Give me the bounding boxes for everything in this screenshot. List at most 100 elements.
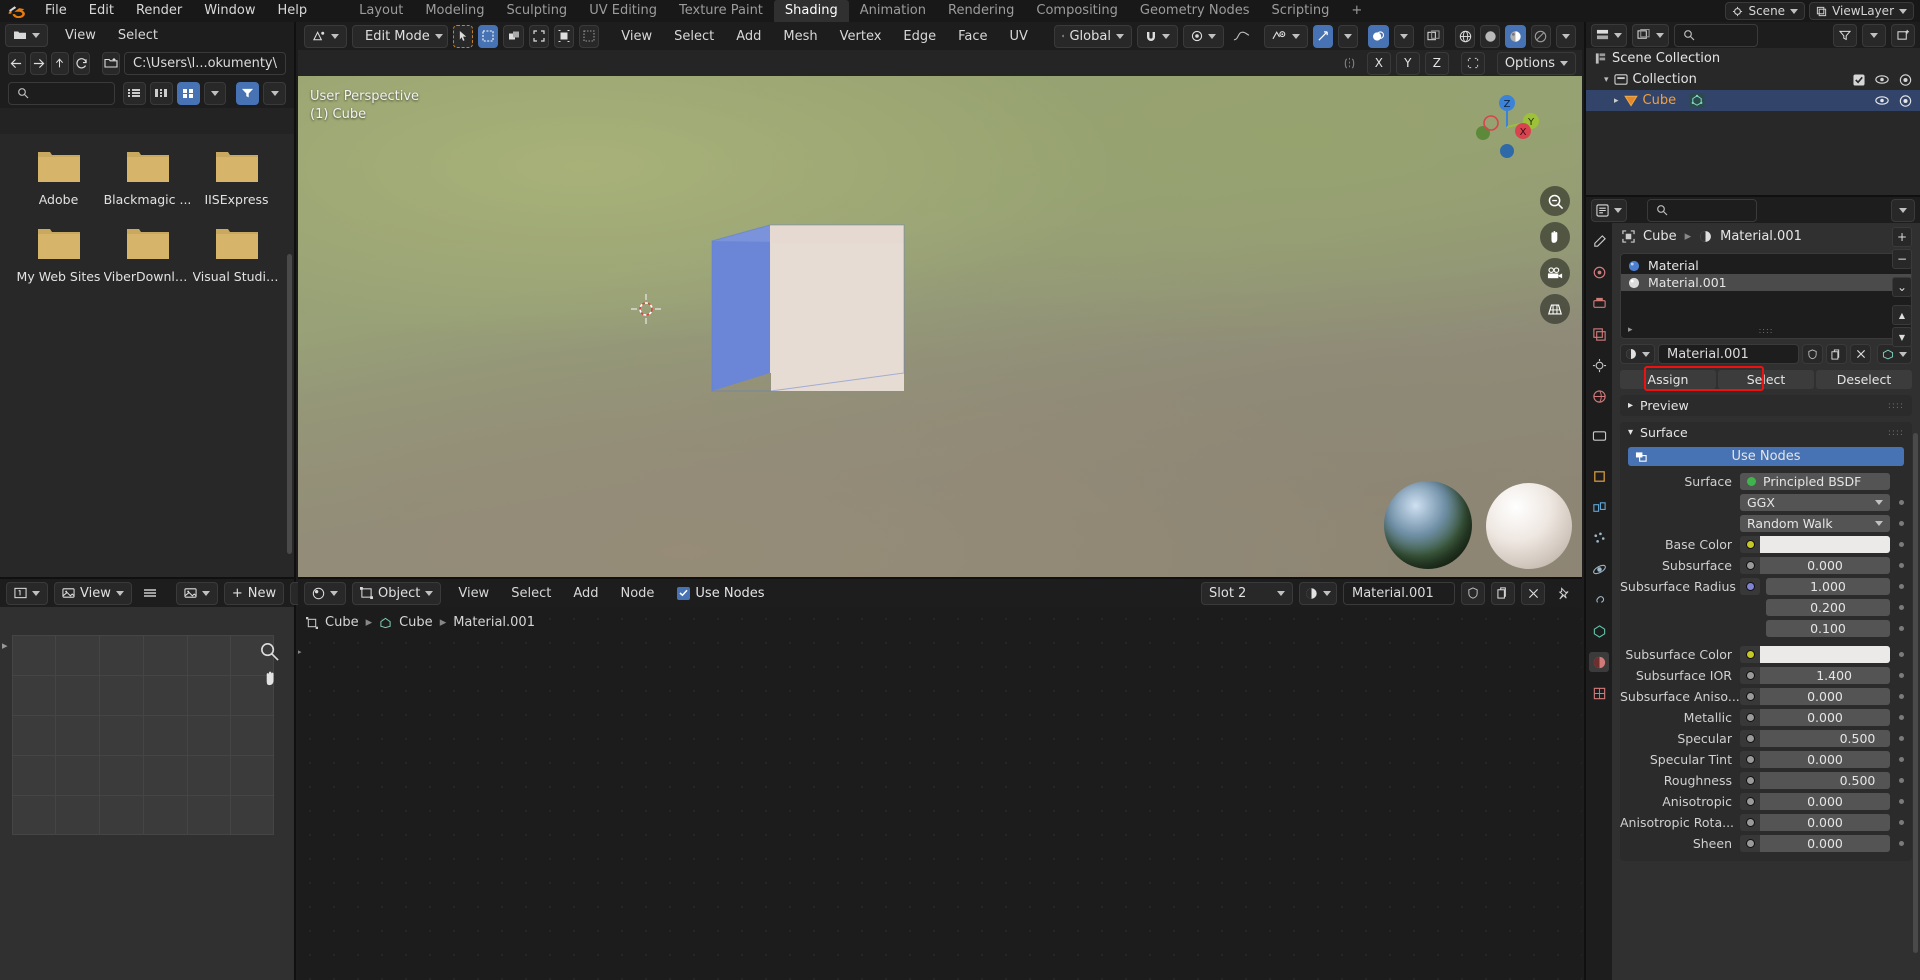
- viewport-options-button[interactable]: Options: [1497, 52, 1576, 75]
- image-editor-canvas[interactable]: ▸: [0, 607, 294, 980]
- breadcrumb-mesh[interactable]: Cube: [399, 615, 433, 630]
- fake-user-shield-button[interactable]: [1461, 582, 1485, 605]
- outliner-filter-button[interactable]: [1833, 24, 1857, 47]
- toggle-perspective-icon[interactable]: [1540, 294, 1570, 324]
- menu-file[interactable]: File: [34, 0, 78, 22]
- show-gizmo-button[interactable]: [1313, 25, 1333, 48]
- cube-mesh[interactable]: [708, 221, 958, 421]
- shading-solid-button[interactable]: [1480, 25, 1500, 48]
- outliner-filter-dropdown[interactable]: [1862, 24, 1886, 47]
- animate-property-dot[interactable]: [1890, 521, 1912, 526]
- menu-render[interactable]: Render: [125, 0, 193, 22]
- animate-property-dot[interactable]: [1890, 626, 1912, 631]
- blender-logo-icon[interactable]: [0, 4, 34, 18]
- shading-options-dropdown[interactable]: [1556, 25, 1576, 48]
- edge-select-mode-button[interactable]: [503, 25, 523, 48]
- zoom-view-icon[interactable]: [1540, 186, 1570, 216]
- tab-world[interactable]: [1589, 386, 1609, 406]
- viewport-edge-menu[interactable]: Edge: [892, 25, 947, 48]
- prop-slider[interactable]: 0.500: [1760, 772, 1890, 789]
- properties-body[interactable]: Cube ▸ Material.001 Material Material.00…: [1612, 223, 1920, 980]
- tab-tool[interactable]: [1589, 231, 1609, 251]
- surface-section-header[interactable]: ▾ Surface ::::: [1620, 422, 1912, 443]
- viewlayer-selector[interactable]: ViewLayer: [1809, 2, 1914, 20]
- overlay-options-dropdown[interactable]: [1394, 25, 1414, 48]
- material-slot-item[interactable]: Material: [1621, 257, 1911, 274]
- remove-material-slot-button[interactable]: −: [1892, 249, 1912, 269]
- animate-property-dot[interactable]: [1890, 841, 1912, 846]
- pin-icon[interactable]: [1551, 587, 1576, 600]
- tab-physics[interactable]: [1589, 559, 1609, 579]
- file-browser-scrollbar[interactable]: [287, 254, 292, 554]
- select-mode-4-button[interactable]: [554, 25, 574, 48]
- workspace-tab-sculpting[interactable]: Sculpting: [495, 0, 578, 22]
- workspace-tab-compositing[interactable]: Compositing: [1025, 0, 1129, 22]
- shading-rendered-button[interactable]: [1531, 25, 1551, 48]
- prop-socket-dot[interactable]: [1740, 835, 1760, 852]
- shader-node-canvas[interactable]: Cube ▸ Cube ▸ Material.001 ▾ Principled …: [298, 607, 1582, 980]
- shader-select-menu[interactable]: Select: [500, 582, 562, 605]
- workspace-tab-animation[interactable]: Animation: [849, 0, 937, 22]
- workspace-tab-modeling[interactable]: Modeling: [414, 0, 495, 22]
- image-view-menu[interactable]: View: [54, 582, 132, 605]
- prop-slider[interactable]: 0.200: [1766, 599, 1890, 616]
- duplicate-material-button[interactable]: [1491, 582, 1515, 605]
- fake-user-shield-button[interactable]: [1802, 344, 1823, 364]
- animate-property-dot[interactable]: [1890, 500, 1912, 505]
- prop-slider[interactable]: 0.000: [1760, 751, 1890, 768]
- material-slot-specials-button[interactable]: ⌄: [1892, 277, 1912, 297]
- filter-toggle-button[interactable]: [236, 82, 259, 105]
- animate-property-dot[interactable]: [1890, 736, 1912, 741]
- animate-property-dot[interactable]: [1890, 584, 1912, 589]
- slot-list-expand-icon[interactable]: ▸: [1628, 325, 1633, 335]
- viewport-select-menu[interactable]: Select: [663, 25, 725, 48]
- properties-scrollbar[interactable]: [1913, 433, 1918, 953]
- breadcrumb-material[interactable]: Material.001: [1720, 229, 1802, 244]
- move-slot-down-button[interactable]: ▼: [1892, 327, 1912, 347]
- file-item[interactable]: My Web Sites: [14, 225, 103, 284]
- shader-add-menu[interactable]: Add: [562, 582, 609, 605]
- xray-toggle-button[interactable]: [1424, 25, 1444, 48]
- menu-window[interactable]: Window: [193, 0, 266, 22]
- eye-icon[interactable]: [1875, 95, 1889, 106]
- shader-node-menu[interactable]: Node: [609, 582, 665, 605]
- topology-mirror-button[interactable]: [1461, 52, 1485, 75]
- image-sidebar-toggle[interactable]: ▸: [2, 639, 8, 652]
- properties-search-input[interactable]: [1647, 199, 1757, 222]
- prop-slider[interactable]: 0.000: [1760, 835, 1890, 852]
- animate-property-dot[interactable]: [1890, 799, 1912, 804]
- workspace-tab-rendering[interactable]: Rendering: [937, 0, 1025, 22]
- tab-view-layer[interactable]: [1589, 324, 1609, 344]
- editor-type-selector[interactable]: [5, 24, 48, 47]
- prop-slider[interactable]: 0.000: [1760, 814, 1890, 831]
- create-directory-button[interactable]: [102, 52, 120, 75]
- move-slot-up-button[interactable]: ▲: [1892, 305, 1912, 325]
- file-item[interactable]: Adobe: [14, 148, 103, 207]
- prop-socket-dot[interactable]: [1740, 536, 1760, 553]
- tab-particles[interactable]: [1589, 528, 1609, 548]
- material-slot-item[interactable]: Material.001: [1621, 274, 1911, 291]
- prop-slider[interactable]: 0.500: [1760, 730, 1890, 747]
- tab-material[interactable]: [1589, 652, 1609, 672]
- tab-scene[interactable]: [1589, 355, 1609, 375]
- image-pan-icon[interactable]: [261, 669, 280, 688]
- animate-property-dot[interactable]: [1890, 673, 1912, 678]
- prop-slider[interactable]: 0.000: [1760, 557, 1890, 574]
- vertex-select-mode-button[interactable]: [478, 25, 498, 48]
- animate-property-dot[interactable]: [1890, 542, 1912, 547]
- material-name-input[interactable]: Material.001: [1343, 582, 1455, 605]
- material-slot-list[interactable]: Material Material.001 ▸ ::::: [1620, 253, 1912, 339]
- viewport-uv-menu[interactable]: UV: [999, 25, 1039, 48]
- animate-property-dot[interactable]: [1890, 652, 1912, 657]
- mirror-x-button[interactable]: X: [1367, 52, 1391, 75]
- viewport-face-menu[interactable]: Face: [947, 25, 998, 48]
- workspace-tab-texture-paint[interactable]: Texture Paint: [668, 0, 774, 22]
- tab-modifiers[interactable]: [1589, 497, 1609, 517]
- file-select-menu[interactable]: Select: [107, 24, 169, 47]
- mirror-y-button[interactable]: Y: [1396, 52, 1420, 75]
- camera-render-icon[interactable]: [1899, 95, 1912, 107]
- shader-type-selector[interactable]: Object: [352, 582, 441, 605]
- shading-material-preview-button[interactable]: [1505, 25, 1525, 48]
- viewport-3d-canvas[interactable]: User Perspective (1) Cube: [298, 76, 1582, 577]
- editor-type-selector[interactable]: [6, 582, 48, 605]
